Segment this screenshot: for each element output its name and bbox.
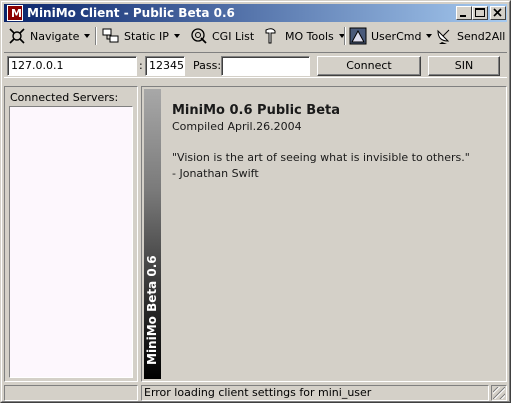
sin-button[interactable]: SIN [428, 56, 500, 76]
version-banner-strip: MiniMo Beta 0.6 [144, 89, 161, 379]
port-separator: : [139, 59, 143, 72]
quote-text: "Vision is the art of seeing what is inv… [172, 151, 470, 164]
network-computers-icon [102, 27, 120, 45]
user-command-icon [349, 27, 367, 45]
usercmd-button[interactable]: UserCmd [349, 26, 433, 46]
compiled-date: Compiled April.26.2004 [172, 120, 302, 133]
server-list[interactable] [9, 106, 133, 378]
window-title: MiniMo Client - Public Beta 0.6 [27, 6, 235, 20]
minimize-icon [460, 15, 466, 17]
resize-grip-icon[interactable] [493, 387, 505, 399]
port-input[interactable]: 12345 [145, 56, 185, 76]
servers-panel: Connected Servers: [4, 86, 138, 382]
cgi-list-button[interactable]: CGI List [190, 26, 254, 46]
usercmd-label: UserCmd [371, 29, 422, 43]
send2all-button[interactable]: Send2All [435, 26, 505, 46]
connection-bar: 127.0.0.1 : 12345 Pass: Connect SIN [4, 52, 507, 78]
static-ip-label: Static IP [124, 29, 169, 43]
title-bar[interactable]: M MiniMo Client - Public Beta 0.6 [4, 4, 507, 22]
maximize-button[interactable] [472, 6, 488, 20]
app-title: MiniMo 0.6 Public Beta [172, 103, 340, 118]
wrench-icon [263, 27, 281, 45]
toolbar: Navigate Static IP CGI List MO Tools Use… [4, 24, 507, 48]
quote-author: - Jonathan Swift [172, 167, 259, 180]
connect-button[interactable]: Connect [317, 56, 421, 76]
status-bar: Error loading client settings for mini_u… [4, 385, 507, 401]
satellite-dish-icon [435, 27, 453, 45]
navigate-button[interactable]: Navigate [8, 26, 91, 46]
send2all-label: Send2All [457, 29, 506, 43]
cgi-list-label: CGI List [212, 29, 255, 43]
chevron-down-icon [84, 34, 91, 38]
password-input[interactable] [221, 56, 310, 76]
mo-tools-button[interactable]: MO Tools [263, 26, 345, 46]
status-cell-left [4, 385, 138, 401]
mo-tools-label: MO Tools [285, 29, 334, 43]
close-icon [493, 8, 502, 17]
static-ip-button[interactable]: Static IP [102, 26, 180, 46]
minimize-button[interactable] [456, 6, 472, 20]
ip-address-input[interactable]: 127.0.0.1 [7, 56, 137, 76]
toolbar-divider [95, 27, 97, 45]
status-message: Error loading client settings for mini_u… [141, 385, 489, 401]
toolbar-divider [344, 27, 346, 45]
close-button[interactable] [490, 6, 506, 20]
main-panel: MiniMo Beta 0.6 MiniMo 0.6 Public Beta C… [141, 86, 507, 382]
status-cell-right [491, 385, 507, 401]
servers-header: Connected Servers: [10, 91, 119, 104]
maximize-icon [475, 8, 485, 17]
app-logo-icon[interactable]: M [7, 5, 23, 21]
chevron-down-icon [426, 34, 433, 38]
pass-label: Pass: [193, 59, 222, 72]
version-banner-text: MiniMo Beta 0.6 [145, 255, 159, 365]
chevron-down-icon [173, 34, 180, 38]
navigate-icon [8, 27, 26, 45]
app-window: M MiniMo Client - Public Beta 0.6 Naviga… [0, 0, 511, 403]
search-globe-icon [190, 27, 208, 45]
navigate-label: Navigate [30, 29, 80, 43]
